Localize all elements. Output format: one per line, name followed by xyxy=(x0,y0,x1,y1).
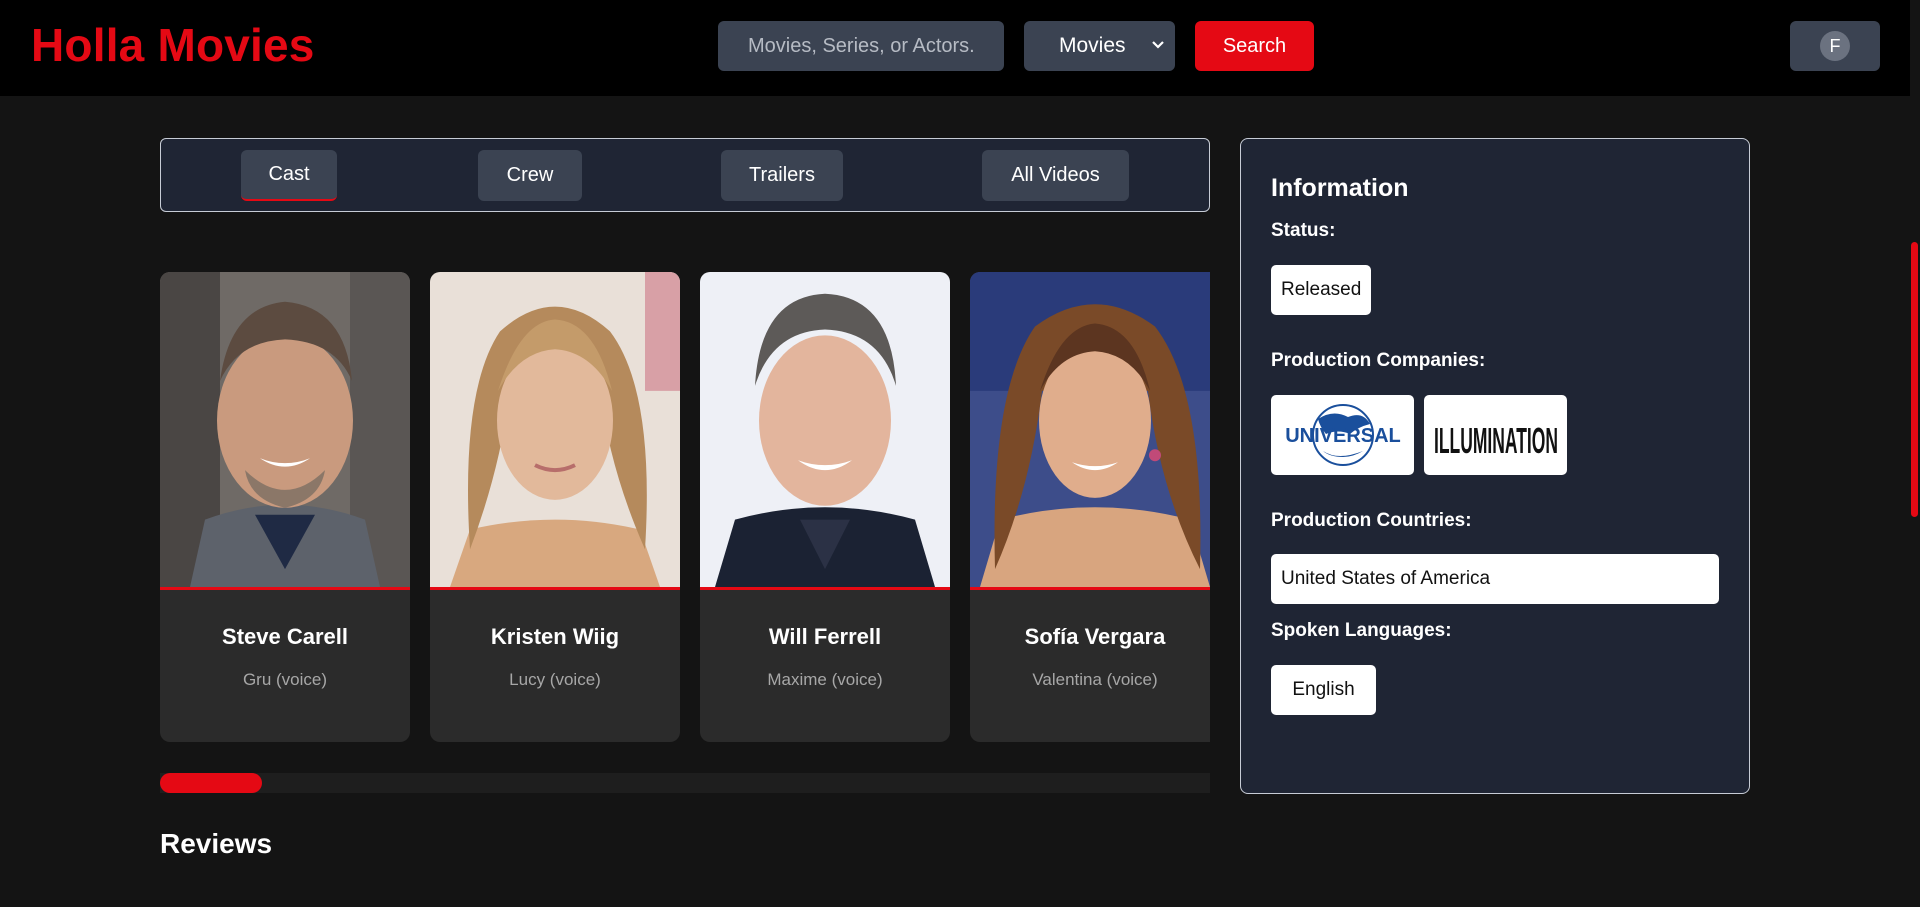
language-badge: English xyxy=(1271,665,1376,715)
illumination-logo-text: ILLUMINATION xyxy=(1434,420,1558,461)
company-logo-universal: UNIVERSAL xyxy=(1271,395,1414,475)
company-logo-illumination: ILLUMINATION xyxy=(1424,395,1567,475)
tab-crew[interactable]: Crew xyxy=(478,150,582,201)
search-input[interactable] xyxy=(718,21,1004,71)
cast-carousel[interactable]: Steve Carell Gru (voice) Kristen Wiig Lu… xyxy=(160,272,1210,742)
cast-name: Kristen Wiig xyxy=(490,624,620,649)
media-type-selected: Movies xyxy=(1059,34,1126,57)
universal-logo-text: UNIVERSAL xyxy=(1285,425,1401,447)
spoken-languages-label: Spoken Languages: xyxy=(1271,620,1452,641)
reviews-heading: Reviews xyxy=(160,828,273,859)
cast-role: Lucy (voice) xyxy=(509,670,601,689)
cast-card[interactable]: Sofía Vergara Valentina (voice) xyxy=(970,272,1210,742)
cast-scrollbar-track[interactable] xyxy=(160,773,1210,793)
cast-role: Valentina (voice) xyxy=(1032,670,1158,689)
production-companies-label: Production Companies: xyxy=(1271,350,1486,371)
cast-photo xyxy=(160,272,410,590)
cast-name: Steve Carell xyxy=(222,624,348,649)
tab-trailers[interactable]: Trailers xyxy=(721,150,843,201)
status-label: Status: xyxy=(1271,220,1336,241)
cast-card[interactable]: Steve Carell Gru (voice) xyxy=(160,272,410,742)
information-title: Information xyxy=(1271,174,1409,202)
cast-scrollbar-thumb[interactable] xyxy=(160,773,262,793)
page-scrollbar-thumb[interactable] xyxy=(1911,242,1918,517)
media-type-select[interactable]: Movies xyxy=(1024,21,1175,71)
media-tabs: Cast Crew Trailers All Videos xyxy=(160,138,1210,212)
cast-name: Will Ferrell xyxy=(768,624,882,649)
cast-name: Sofía Vergara xyxy=(1024,624,1166,649)
cast-photo xyxy=(430,272,680,590)
country-badge: United States of America xyxy=(1271,554,1719,604)
production-countries-label: Production Countries: xyxy=(1271,510,1472,531)
cast-photo xyxy=(970,272,1210,590)
status-badge: Released xyxy=(1271,265,1371,315)
user-menu-button[interactable]: F xyxy=(1790,21,1880,71)
cast-role: Gru (voice) xyxy=(242,670,328,689)
avatar: F xyxy=(1820,31,1850,61)
search-button[interactable]: Search xyxy=(1195,21,1314,71)
app-logo[interactable]: Holla Movies xyxy=(31,18,315,72)
top-header: Holla Movies Movies Search F xyxy=(0,0,1910,96)
tab-cast[interactable]: Cast xyxy=(241,150,337,201)
information-panel: Information Status: Released Production … xyxy=(1240,138,1750,794)
chevron-down-icon xyxy=(1151,35,1165,60)
tab-all-videos[interactable]: All Videos xyxy=(982,150,1129,201)
cast-role: Maxime (voice) xyxy=(767,670,883,689)
cast-card[interactable]: Kristen Wiig Lucy (voice) xyxy=(430,272,680,742)
cast-card[interactable]: Will Ferrell Maxime (voice) xyxy=(700,272,950,742)
cast-photo xyxy=(700,272,950,590)
